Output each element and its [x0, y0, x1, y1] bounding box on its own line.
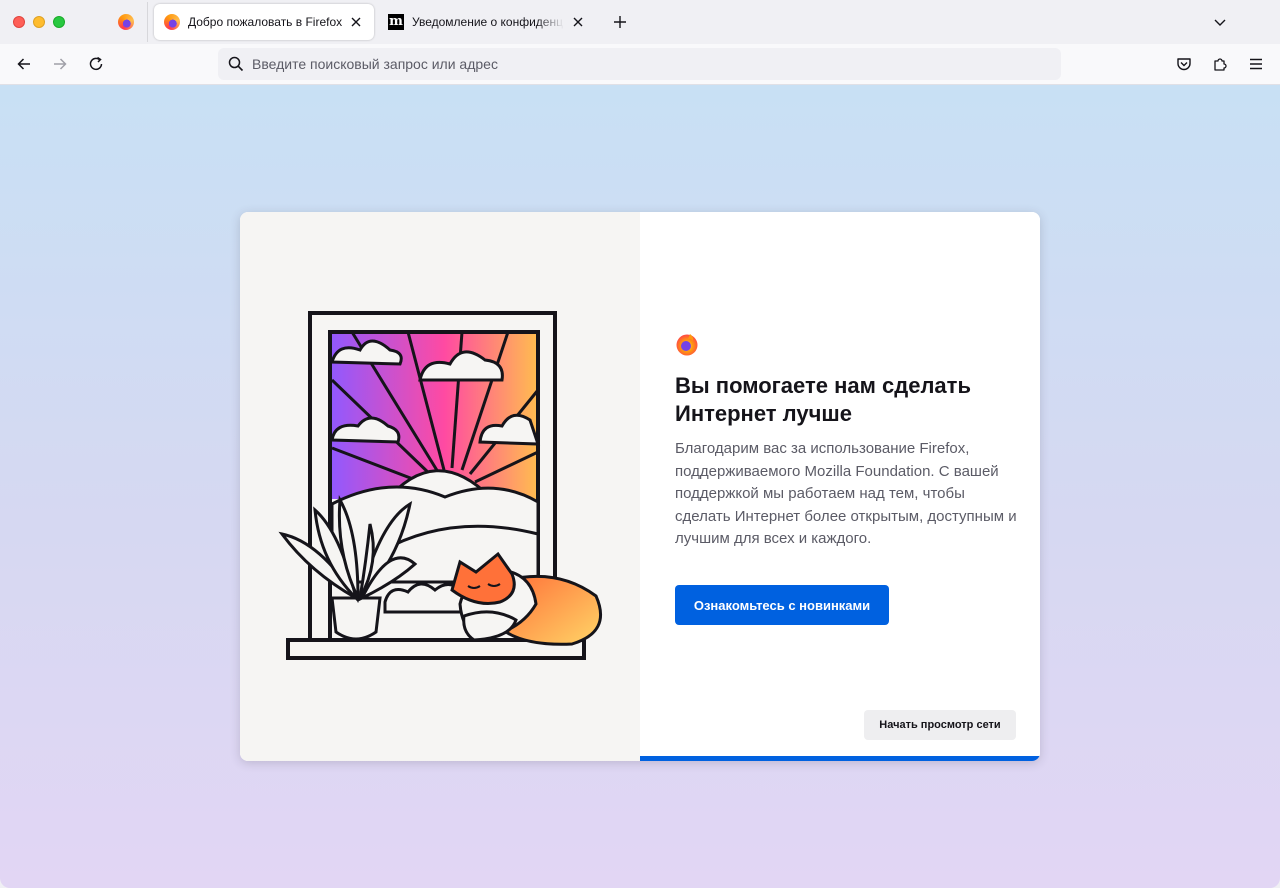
forward-arrow-icon	[54, 58, 67, 70]
onboarding-card: Вы помогаете нам сделать Интернет лучше …	[240, 212, 1040, 761]
puzzle-piece-icon	[1214, 58, 1227, 71]
firefox-logo-icon	[676, 334, 698, 356]
tab-label: Уведомление о конфиденциальности	[412, 15, 564, 29]
onboarding-progress-bar	[640, 756, 1040, 761]
url-input[interactable]	[252, 56, 1032, 72]
reload-button[interactable]	[81, 49, 111, 79]
page-content: Вы помогаете нам сделать Интернет лучше …	[0, 85, 1280, 888]
hamburger-menu-icon	[1250, 58, 1262, 70]
zoom-window-button[interactable]	[53, 16, 65, 28]
tab-welcome[interactable]: Добро пожаловать в Firefox	[154, 4, 374, 40]
save-to-pocket-button[interactable]	[1169, 49, 1199, 79]
close-window-button[interactable]	[13, 16, 25, 28]
tab-strip: Добро пожаловать в Firefox m Уведомление…	[0, 0, 1280, 44]
reload-icon	[89, 56, 103, 71]
page-title: Вы помогаете нам сделать Интернет лучше	[675, 373, 971, 426]
extensions-button[interactable]	[1205, 49, 1235, 79]
new-tab-button[interactable]	[606, 8, 634, 36]
close-tab-icon[interactable]	[348, 14, 364, 30]
pinned-tab[interactable]	[104, 2, 148, 42]
firefox-logo-icon	[117, 14, 134, 30]
start-browsing-button[interactable]: Начать просмотр сети	[864, 710, 1016, 740]
list-all-tabs-button[interactable]	[1206, 8, 1234, 36]
see-whats-new-button[interactable]: Ознакомьтесь с новинками	[675, 585, 889, 625]
mozilla-m-icon: m	[388, 14, 404, 30]
chevron-down-icon	[1214, 19, 1226, 26]
browser-window: Добро пожаловать в Firefox m Уведомление…	[0, 0, 1280, 888]
welcome-description: Благодарим вас за использование Firefox,…	[675, 440, 1017, 547]
app-menu-button[interactable]	[1241, 49, 1271, 79]
content-panel: Вы помогаете нам сделать Интернет лучше …	[640, 212, 1040, 761]
tab-label: Добро пожаловать в Firefox	[188, 15, 342, 29]
forward-button[interactable]	[45, 49, 75, 79]
close-tab-icon[interactable]	[570, 14, 586, 30]
navigation-toolbar	[0, 44, 1280, 85]
minimize-window-button[interactable]	[33, 16, 45, 28]
plus-icon	[614, 16, 626, 28]
search-icon	[228, 56, 244, 72]
back-button[interactable]	[9, 49, 39, 79]
back-arrow-icon	[17, 58, 30, 70]
pocket-icon	[1177, 58, 1191, 71]
tab-privacy-notice[interactable]: m Уведомление о конфиденциальности	[378, 4, 596, 40]
url-bar[interactable]	[218, 48, 1061, 80]
illustration-panel	[240, 212, 640, 761]
window-fox-illustration	[278, 311, 602, 660]
firefox-logo-icon	[164, 14, 180, 30]
